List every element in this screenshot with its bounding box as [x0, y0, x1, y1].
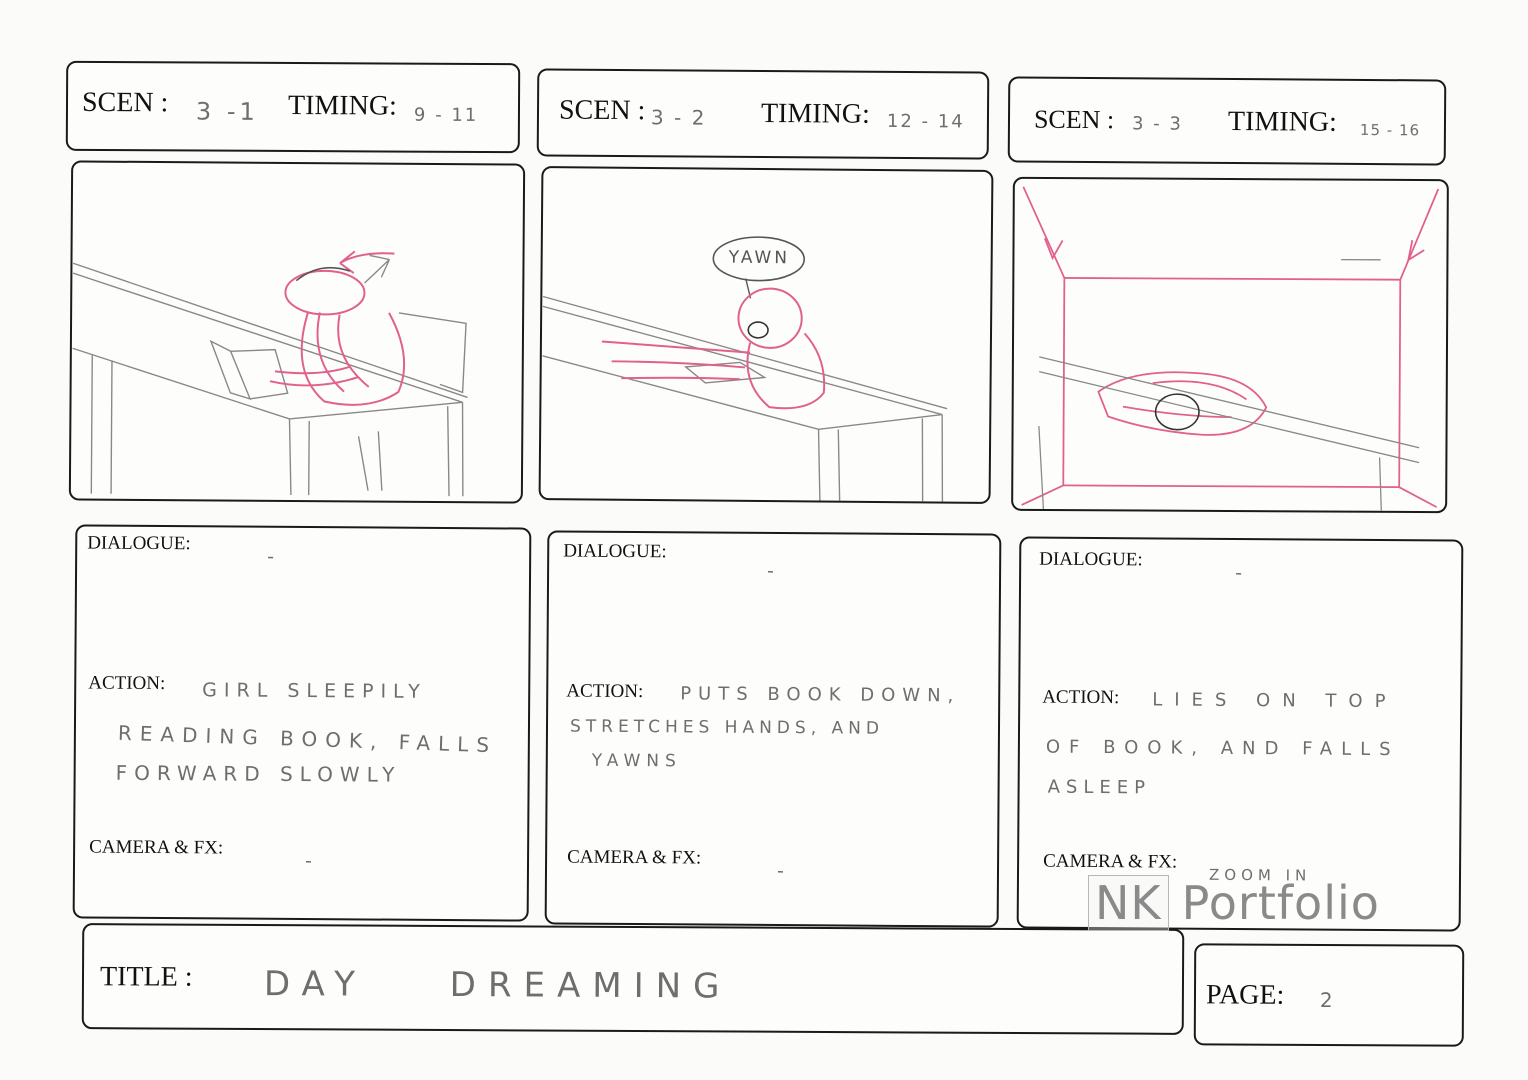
action-line-2: OF BOOK, AND FALLS	[1045, 736, 1400, 761]
action-line-1: LIES ON TOP	[1152, 689, 1398, 713]
title-box: TITLE : DAY DREAMING	[81, 923, 1185, 1035]
sketch-girl-yawning	[542, 236, 948, 502]
scene-value: 3 -1	[195, 97, 259, 126]
scene-header-2: SCEN : 3 - 2 TIMING: 12 - 14	[536, 68, 990, 160]
action-label: ACTION:	[88, 672, 166, 695]
camera-label: CAMERA & FX:	[1043, 850, 1178, 873]
action-line-3: YAWNS	[591, 750, 682, 772]
timing-label: TIMING:	[760, 97, 870, 130]
page-value: 2	[1319, 987, 1340, 1013]
action-line-2: STRETCHES HANDS, AND	[569, 716, 885, 739]
timing-value: 9 - 11	[413, 104, 479, 126]
dialogue-label: DIALOGUE:	[1039, 548, 1143, 571]
camera-value: -	[304, 850, 319, 873]
detail-box-2: DIALOGUE: - ACTION: PUTS BOOK DOWN, STRE…	[544, 530, 1002, 928]
title-label: TITLE :	[99, 961, 193, 993]
scene-value: 3 - 2	[650, 105, 707, 130]
sketch-frame-1	[68, 160, 526, 504]
watermark-portfolio: Portfolio	[1181, 876, 1380, 930]
camera-value: -	[776, 860, 791, 883]
dialogue-value: -	[767, 559, 782, 583]
speech-bubble-text: YAWN	[728, 247, 791, 269]
sketch-girl-asleep-zoom	[1021, 186, 1440, 511]
timing-label: TIMING:	[1227, 106, 1337, 138]
scene-header-1: SCEN : 3 -1 TIMING: 9 - 11	[65, 60, 521, 154]
sketch-frame-2: YAWN	[538, 166, 994, 504]
camera-label: CAMERA & FX:	[567, 846, 702, 869]
page-label: PAGE:	[1205, 979, 1285, 1011]
timing-label: TIMING:	[287, 89, 397, 122]
sketch-girl-reading	[72, 250, 468, 497]
scene-value: 3 - 3	[1131, 113, 1183, 135]
action-line-3: ASLEEP	[1047, 776, 1152, 799]
action-line-1: PUTS BOOK DOWN,	[680, 683, 961, 707]
action-label: ACTION:	[1042, 686, 1120, 709]
dialogue-label: DIALOGUE:	[87, 532, 191, 555]
timing-value: 15 - 16	[1359, 120, 1421, 140]
title-value: DAY DREAMING	[263, 964, 732, 1007]
detail-box-1: DIALOGUE: - ACTION: GIRL SLEEPILY READIN…	[72, 524, 532, 922]
dialogue-value: -	[267, 545, 282, 568]
action-line-2: READING BOOK, FALLS	[117, 720, 498, 758]
watermark: NK Portfolio	[1088, 875, 1380, 931]
watermark-nk: NK	[1088, 875, 1169, 931]
scene-header-3: SCEN : 3 - 3 TIMING: 15 - 16	[1007, 76, 1447, 166]
dialogue-label: DIALOGUE:	[563, 540, 667, 563]
action-line-1: GIRL SLEEPILY	[202, 679, 427, 703]
sketch-frame-3	[1011, 176, 1449, 514]
scene-label: SCEN :	[558, 94, 646, 127]
scene-label: SCEN :	[1033, 104, 1115, 135]
page-box: PAGE: 2	[1193, 943, 1465, 1047]
dialogue-value: -	[1235, 561, 1250, 585]
detail-box-3: DIALOGUE: - ACTION: LIES ON TOP OF BOOK,…	[1016, 536, 1464, 932]
action-line-3: FORWARD SLOWLY	[115, 760, 402, 787]
camera-label: CAMERA & FX:	[89, 836, 224, 859]
timing-value: 12 - 14	[886, 110, 965, 133]
scene-label: SCEN :	[81, 86, 169, 119]
action-label: ACTION:	[566, 680, 644, 703]
